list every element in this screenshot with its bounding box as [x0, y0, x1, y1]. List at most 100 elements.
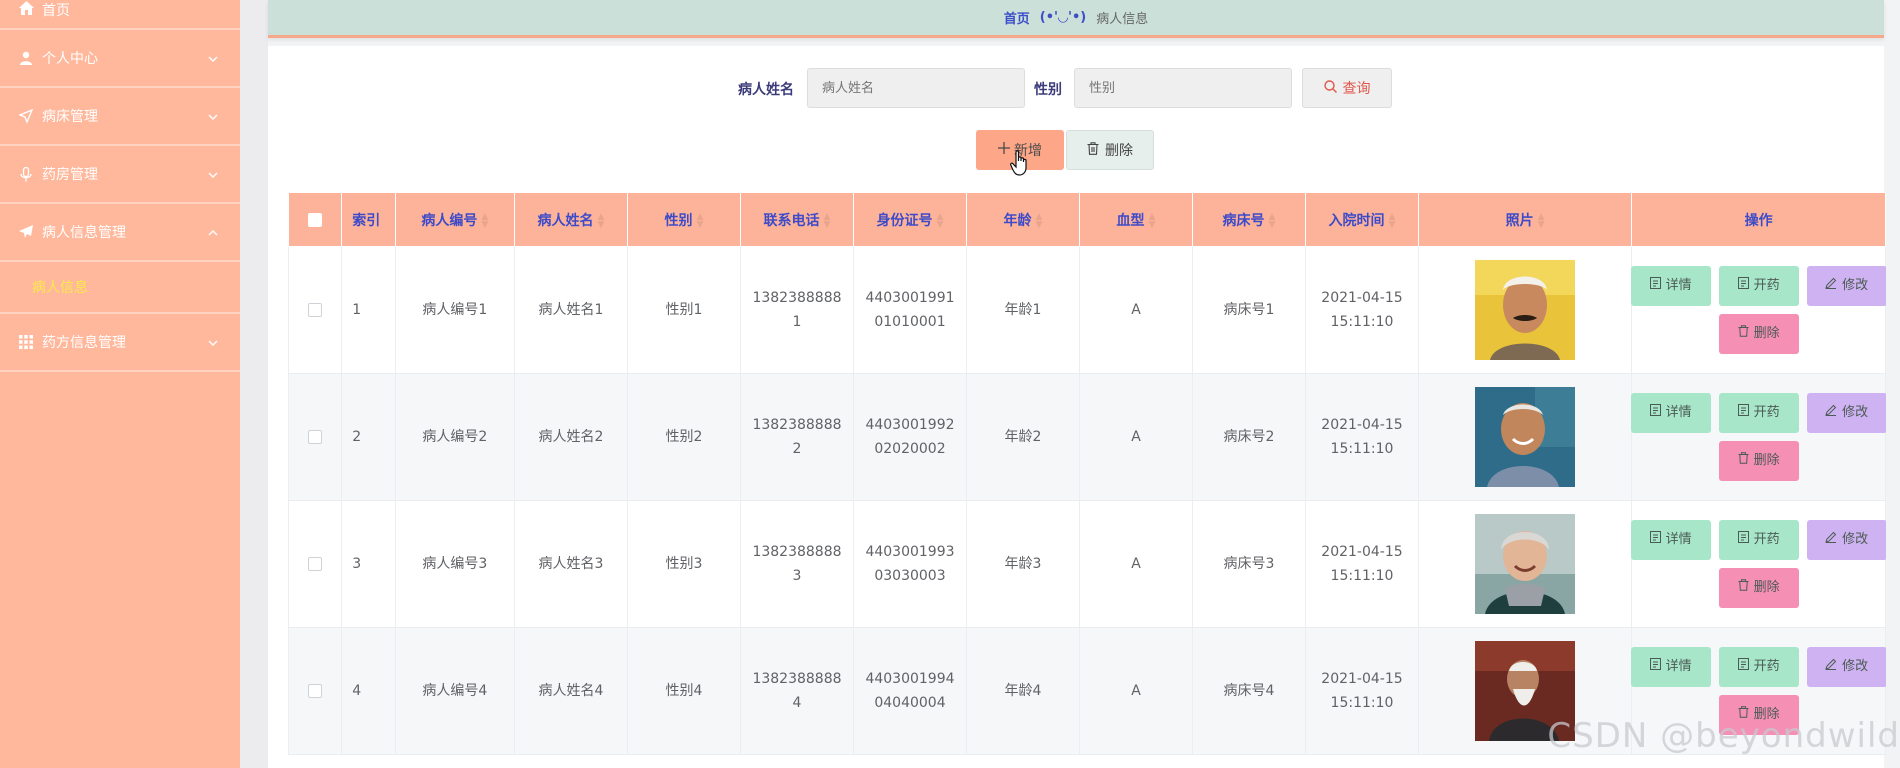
edit-button[interactable]: 修改: [1806, 266, 1886, 306]
sidebar-item-patient-info-management[interactable]: 病人信息管理: [0, 204, 240, 262]
breadcrumb-home[interactable]: 首页: [1004, 8, 1030, 27]
row-checkbox[interactable]: [308, 430, 323, 444]
detail-button[interactable]: 详情: [1630, 266, 1711, 306]
cell-index: 2: [341, 373, 396, 501]
column-header-patient-name[interactable]: 病人姓名 ▲ ▼: [513, 192, 628, 247]
sidebar: 首页 个人中心 病床管理 药房管理 病人信息管理 病人信息 药方信息管理: [0, 0, 240, 768]
table-row: 1 病人编号1 病人姓名1 性别1 1382388888 1 4403001991…: [288, 246, 1886, 374]
chevron-up-icon: [208, 224, 218, 240]
batch-delete-button[interactable]: 删除: [1066, 130, 1154, 170]
prescribe-button[interactable]: 开药: [1718, 393, 1799, 433]
column-header-admission-time[interactable]: 入院时间 ▲ ▼: [1304, 192, 1419, 247]
document-icon: [1649, 274, 1661, 298]
cell-age: 年龄3: [965, 500, 1080, 628]
select-all-checkbox[interactable]: [308, 212, 323, 227]
sort-icon[interactable]: ▲ ▼: [697, 212, 704, 229]
patient-photo[interactable]: [1475, 387, 1576, 487]
document-icon: [1737, 655, 1749, 679]
cell-operations: 详情 开药 修改 删除: [1630, 373, 1886, 501]
plane-icon: [18, 224, 34, 240]
delete-button[interactable]: 删除: [1718, 441, 1799, 481]
cell-patient-name: 病人姓名3: [513, 500, 628, 628]
content-gutter: [240, 0, 268, 768]
column-header-bed-number[interactable]: 病床号 ▲ ▼: [1191, 192, 1306, 247]
row-checkbox[interactable]: [308, 557, 323, 571]
cell-patient-name: 病人姓名1: [513, 246, 628, 374]
sidebar-item-label: 药房管理: [42, 167, 98, 183]
watermark: CSDN @beyondwild: [1547, 716, 1900, 756]
row-checkbox[interactable]: [308, 303, 323, 317]
sort-icon[interactable]: ▲ ▼: [1149, 212, 1156, 229]
sidebar-item-label: 药方信息管理: [42, 335, 126, 351]
column-header-id-number[interactable]: 身份证号 ▲ ▼: [852, 192, 967, 247]
sidebar-item-label: 个人中心: [42, 51, 98, 67]
hand-cursor-icon: [1010, 150, 1030, 182]
patient-photo[interactable]: [1475, 260, 1576, 360]
trash-icon: [1738, 576, 1749, 600]
row-checkbox[interactable]: [308, 684, 323, 698]
sort-icon[interactable]: ▲ ▼: [937, 212, 944, 229]
column-header-patient-code[interactable]: 病人编号 ▲ ▼: [394, 192, 515, 247]
patient-photo[interactable]: [1475, 514, 1576, 614]
document-icon: [1649, 401, 1661, 425]
table-header-row: 索引 病人编号 ▲ ▼ 病人姓名 ▲ ▼ 性别 ▲ ▼ 联系电话 ▲ ▼ 身份证号 ▲ ▼ 年龄 ▲ ▼…: [288, 192, 1886, 247]
trash-icon: [1738, 449, 1749, 473]
delete-button[interactable]: 删除: [1718, 568, 1799, 608]
edit-button[interactable]: 修改: [1806, 393, 1886, 433]
prescribe-button[interactable]: 开药: [1718, 647, 1799, 687]
sort-icon[interactable]: ▲ ▼: [1269, 212, 1276, 229]
query-button-label: 查询: [1342, 81, 1371, 97]
search-icon: [1323, 79, 1337, 97]
cell-phone: 1382388888 1: [739, 246, 854, 374]
sort-icon[interactable]: ▲ ▼: [1389, 212, 1396, 229]
gender-input[interactable]: [1074, 68, 1292, 108]
cell-blood-type: A: [1078, 627, 1193, 755]
search-form: 病人姓名 性别 查询: [268, 68, 1884, 108]
column-header-age[interactable]: 年龄 ▲ ▼: [965, 192, 1080, 247]
patient-name-input[interactable]: [807, 68, 1025, 108]
cell-phone: 1382388888 3: [739, 500, 854, 628]
detail-button[interactable]: 详情: [1630, 393, 1711, 433]
edit-button[interactable]: 修改: [1806, 520, 1886, 560]
delete-button[interactable]: 删除: [1718, 314, 1799, 354]
cell-age: 年龄2: [965, 373, 1080, 501]
cell-admission-time: 2021-04-15 15:11:10: [1304, 500, 1419, 628]
sort-icon[interactable]: ▲ ▼: [481, 212, 488, 229]
cell-bed-number: 病床号2: [1191, 373, 1306, 501]
patient-table: 索引 病人编号 ▲ ▼ 病人姓名 ▲ ▼ 性别 ▲ ▼ 联系电话 ▲ ▼ 身份证号 ▲ ▼ 年龄 ▲ ▼…: [288, 192, 1886, 768]
prescribe-button[interactable]: 开药: [1718, 520, 1799, 560]
prescribe-button[interactable]: 开药: [1718, 266, 1799, 306]
sort-icon[interactable]: ▲ ▼: [824, 212, 831, 229]
cell-index: 4: [341, 627, 396, 755]
column-header-phone[interactable]: 联系电话 ▲ ▼: [739, 192, 854, 247]
column-header-photo[interactable]: 照片 ▲ ▼: [1417, 192, 1633, 247]
sidebar-item-pharmacy-management[interactable]: 药房管理: [0, 146, 240, 204]
query-button[interactable]: 查询: [1302, 68, 1392, 108]
detail-button[interactable]: 详情: [1630, 520, 1711, 560]
action-toolbar: 新增 删除: [268, 130, 1884, 176]
cell-phone: 1382388888 4: [739, 627, 854, 755]
sidebar-item-bed-management[interactable]: 病床管理: [0, 88, 240, 146]
sidebar-item-prescription-management[interactable]: 药方信息管理: [0, 314, 240, 372]
cell-gender: 性别4: [626, 627, 741, 755]
table-row: 2 病人编号2 病人姓名2 性别2 1382388888 2 4403001992…: [288, 373, 1886, 501]
column-header-blood-type[interactable]: 血型 ▲ ▼: [1078, 192, 1193, 247]
sidebar-item-home[interactable]: 首页: [0, 0, 240, 30]
detail-button[interactable]: 详情: [1630, 647, 1711, 687]
cell-blood-type: A: [1078, 246, 1193, 374]
sort-icon[interactable]: ▲ ▼: [598, 212, 605, 229]
sort-icon[interactable]: ▲ ▼: [1036, 212, 1043, 229]
cell-age: 年龄4: [965, 627, 1080, 755]
cell-bed-number: 病床号4: [1191, 627, 1306, 755]
cell-gender: 性别1: [626, 246, 741, 374]
cell-phone: 1382388888 2: [739, 373, 854, 501]
edit-button[interactable]: 修改: [1806, 647, 1886, 687]
sort-icon[interactable]: ▲ ▼: [1538, 212, 1545, 229]
column-header-gender[interactable]: 性别 ▲ ▼: [626, 192, 741, 247]
cell-age: 年龄1: [965, 246, 1080, 374]
table-row: 3 病人编号3 病人姓名3 性别3 1382388888 3 4403001993…: [288, 500, 1886, 628]
sidebar-item-personal-center[interactable]: 个人中心: [0, 30, 240, 88]
sidebar-subitem-patient-info[interactable]: 病人信息: [0, 262, 240, 314]
cell-operations: 详情 开药 修改 删除: [1630, 246, 1886, 374]
chevron-down-icon: [208, 166, 218, 182]
